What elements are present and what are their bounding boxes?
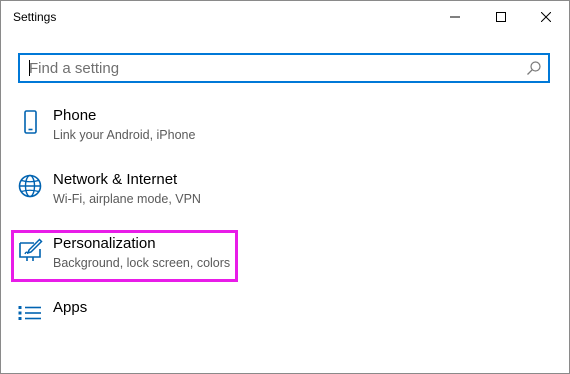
text-caret [29,60,30,76]
minimize-button[interactable] [432,1,478,33]
settings-window: Settings Phone [0,0,570,374]
settings-item-description: Wi-Fi, airplane mode, VPN [53,192,201,206]
apps-list-icon [18,306,41,320]
maximize-icon [496,12,506,22]
phone-icon [24,110,37,134]
maximize-button[interactable] [478,1,524,33]
search-input[interactable] [20,55,520,81]
window-title: Settings [13,10,57,24]
highlight-box [11,230,238,282]
globe-icon [18,174,42,198]
close-icon [541,12,551,22]
close-button[interactable] [523,1,569,33]
minimize-icon [450,16,460,18]
settings-item-label: Apps [53,299,88,316]
settings-item-network-internet[interactable]: Network & Internet Wi-Fi, airplane mode,… [13,171,263,221]
search-icon[interactable] [526,60,542,76]
settings-item-description: Link your Android, iPhone [53,128,196,142]
settings-item-label: Phone [53,107,97,124]
settings-item-apps[interactable]: Apps [13,299,263,349]
settings-item-phone[interactable]: Phone Link your Android, iPhone [13,107,263,157]
search-box[interactable] [18,53,550,83]
title-bar: Settings [1,1,569,33]
settings-item-label: Network & Internet [53,171,178,188]
